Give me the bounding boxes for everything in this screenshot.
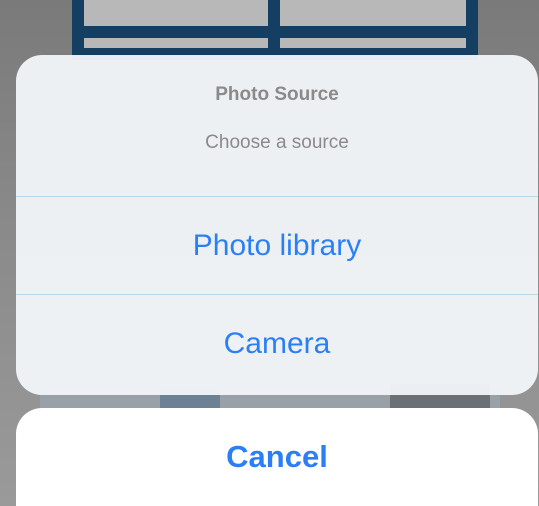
camera-button[interactable]: Camera bbox=[16, 295, 538, 393]
action-sheet: Photo Source Choose a source Photo libra… bbox=[16, 55, 538, 395]
background-window-bar bbox=[72, 26, 478, 38]
cancel-button[interactable]: Cancel bbox=[16, 408, 538, 506]
action-sheet-message: Choose a source bbox=[205, 132, 349, 153]
photo-library-button[interactable]: Photo library bbox=[16, 197, 538, 295]
action-sheet-title: Photo Source bbox=[215, 84, 339, 105]
action-sheet-header: Photo Source Choose a source bbox=[16, 55, 538, 197]
